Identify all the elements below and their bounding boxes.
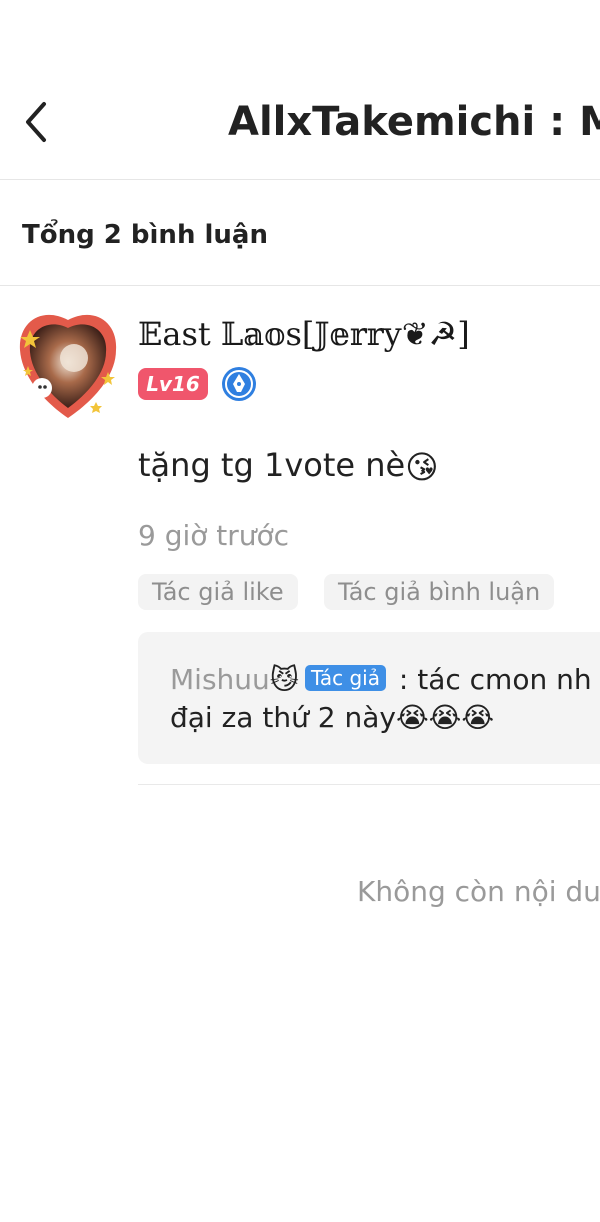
comment-text-content: tặng tg 1vote nè	[138, 446, 406, 484]
back-button[interactable]	[18, 92, 58, 152]
kiss-emoji: 😘	[405, 448, 439, 486]
author-badge: Tác giả	[304, 665, 386, 691]
level-badge: Lv16	[138, 368, 208, 400]
reply-separator: :	[390, 663, 418, 696]
writer-pen-icon	[221, 366, 257, 402]
comment-username[interactable]: 𝔼ast 𝕃𝕒𝕠s[𝕁𝕖𝕣𝕣y❦☭]	[138, 312, 470, 356]
reply-content-line-1: tác cmon nh	[417, 663, 592, 696]
comment-divider	[138, 784, 600, 785]
comment-count: Tổng 2 bình luận	[22, 220, 268, 250]
crying-emojis: 😭😭😭	[395, 701, 495, 734]
top-bar: AllxTakemichi : M	[0, 0, 600, 180]
reply-line-1: Mishuu😼 Tác giả : tác cmon nh	[170, 660, 592, 700]
comment-time: 9 giờ trước	[138, 519, 290, 552]
comment-text: tặng tg 1vote nè😘	[138, 440, 439, 492]
cat-emoji: 😼	[269, 663, 299, 696]
author-reply-tag: Tác giả bình luận	[324, 574, 555, 610]
author-like-tag: Tác giả like	[138, 574, 298, 610]
reply-content-line-2: đại za thứ 2 này	[170, 701, 396, 734]
avatar-image	[19, 314, 117, 418]
chevron-left-icon	[26, 102, 46, 142]
reply-author-name[interactable]: Mishuu	[170, 663, 270, 696]
page-title: AllxTakemichi : M	[228, 99, 600, 145]
no-more-content: Không còn nội du	[357, 875, 600, 908]
reply-line-2: đại za thứ 2 này😭😭😭	[170, 698, 494, 738]
avatar[interactable]	[12, 306, 124, 424]
